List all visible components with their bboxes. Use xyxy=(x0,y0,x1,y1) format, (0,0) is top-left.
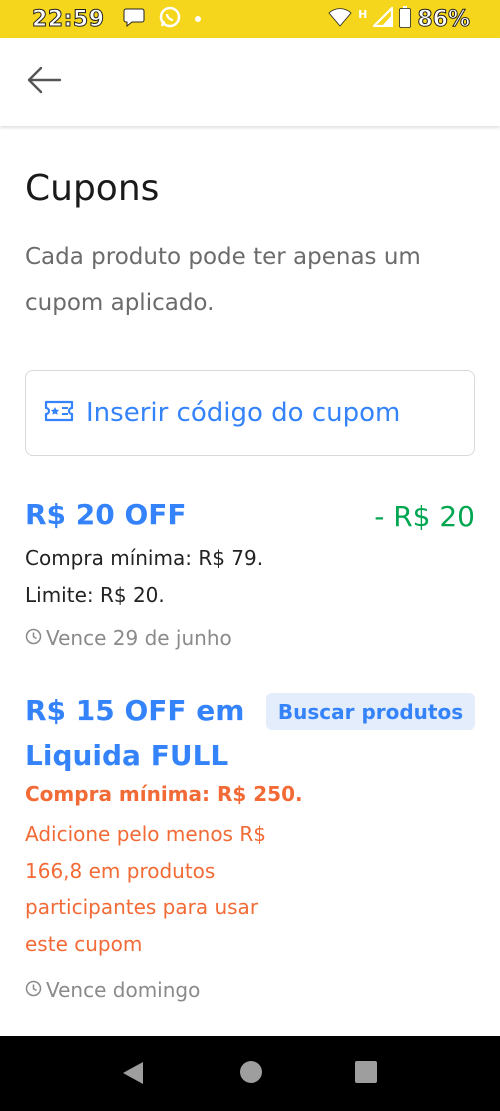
status-system-icons: H 86% xyxy=(328,5,471,32)
coupon-title: R$ 20 OFF xyxy=(25,498,187,531)
insert-coupon-code-label: Inserir código do cupom xyxy=(86,398,401,428)
coupon-ticket-icon xyxy=(44,400,74,426)
page-title: Cupons xyxy=(25,168,160,209)
h-network-icon: H xyxy=(358,7,368,21)
back-button[interactable] xyxy=(24,62,64,102)
page-subtitle: Cada produto pode ter apenas um cupom ap… xyxy=(25,244,421,316)
search-products-button[interactable]: Buscar produtos xyxy=(266,693,475,730)
coupon-discount-amount: - R$ 20 xyxy=(374,500,475,533)
triangle-back-icon xyxy=(121,1062,145,1090)
notification-dot xyxy=(194,16,201,22)
status-bar: 22:59 H 86% xyxy=(0,0,500,38)
system-recents-button[interactable] xyxy=(354,1060,378,1088)
system-back-button[interactable] xyxy=(121,1060,145,1090)
clock-icon xyxy=(25,626,42,650)
system-home-button[interactable] xyxy=(239,1060,263,1088)
system-navigation-bar xyxy=(0,1036,500,1111)
status-time: 22:59 xyxy=(32,6,105,32)
wifi-icon xyxy=(328,7,352,31)
coupon-expiry: Vence 29 de junho xyxy=(25,626,232,650)
arrow-left-icon xyxy=(26,66,62,98)
battery-percentage: 86% xyxy=(417,6,471,32)
coupon-expiry-text: Vence domingo xyxy=(46,978,201,1002)
chat-bubble-icon xyxy=(123,7,145,31)
signal-icon xyxy=(371,5,394,31)
status-notification-icons xyxy=(123,6,201,32)
coupon-minimum-purchase: Compra mínima: R$ 250. xyxy=(25,782,303,806)
coupon-expiry-text: Vence 29 de junho xyxy=(46,626,232,650)
square-recents-icon xyxy=(354,1061,378,1088)
coupon-title: R$ 15 OFF em Liquida FULL xyxy=(25,694,245,772)
insert-coupon-code-button[interactable]: Inserir código do cupom xyxy=(25,370,475,456)
coupon-limit: Limite: R$ 20. xyxy=(25,583,165,607)
top-navigation-bar xyxy=(0,38,500,126)
circle-home-icon xyxy=(239,1061,263,1088)
whatsapp-icon xyxy=(159,6,181,32)
coupon-expiry: Vence domingo xyxy=(25,978,200,1002)
battery-icon xyxy=(399,6,412,32)
clock-icon xyxy=(25,978,42,1002)
coupon-minimum-purchase: Compra mínima: R$ 79. xyxy=(25,546,264,570)
coupon-requirement-note: Adicione pelo menos R$ 166,8 em produtos… xyxy=(25,822,266,956)
